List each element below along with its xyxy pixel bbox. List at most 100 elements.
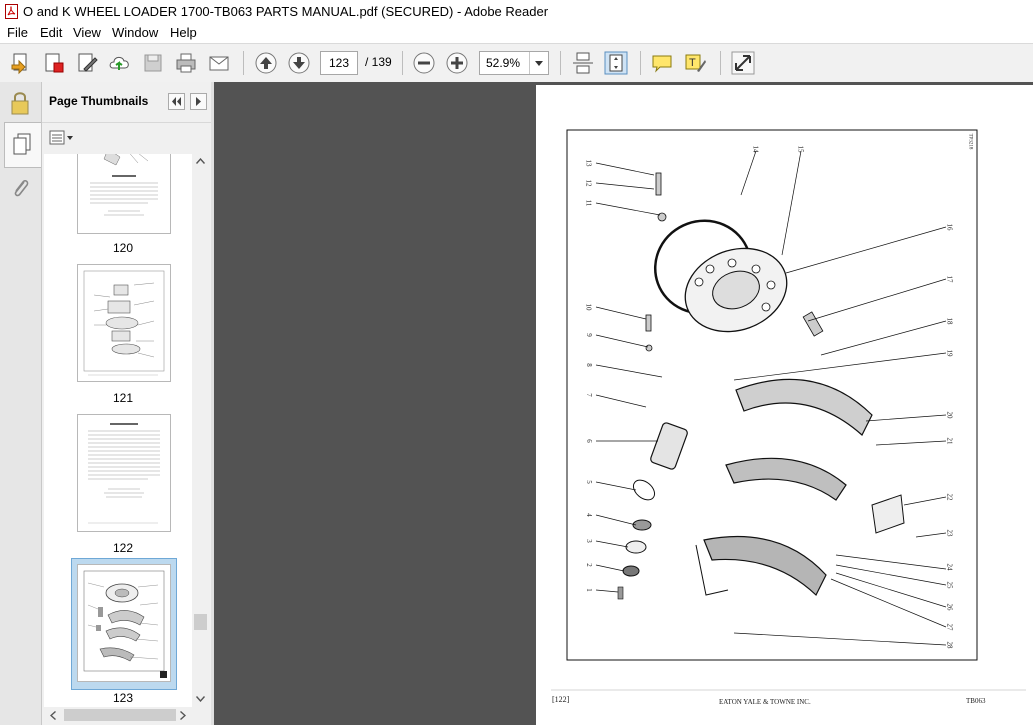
toolbar-separator	[243, 51, 244, 75]
toolbar-separator	[402, 51, 403, 75]
callout: 21	[945, 437, 954, 445]
toolbar-separator	[640, 51, 641, 75]
callout: 15	[796, 145, 805, 153]
expand-panel-icon[interactable]	[190, 93, 207, 110]
toolbar: 123 / 139 52.9% T	[0, 43, 1033, 83]
navigation-rail	[0, 82, 42, 725]
callout: 18	[945, 317, 954, 325]
thumbnail-page[interactable]	[77, 154, 171, 234]
scroll-left-icon[interactable]	[50, 711, 56, 720]
callout: 6	[584, 439, 593, 443]
thumbnail-page-selected[interactable]	[77, 564, 171, 682]
scroll-up-icon[interactable]	[196, 158, 205, 164]
thumbnail-preview	[90, 154, 158, 216]
page-count: / 139	[365, 55, 392, 69]
footer-company: EATON YALE & TOWNE INC.	[719, 698, 811, 706]
exploded-parts-drawing	[551, 129, 1026, 691]
callout: 17	[945, 275, 954, 283]
callout: 12	[584, 179, 593, 187]
scroll-thumb[interactable]	[64, 709, 176, 721]
comment-icon[interactable]	[650, 51, 674, 75]
toolbar-separator	[560, 51, 561, 75]
thumbnail-page-number: 122	[112, 541, 134, 555]
lock-icon[interactable]	[8, 90, 32, 116]
callout: 11	[584, 199, 593, 207]
scroll-down-icon[interactable]	[196, 696, 205, 702]
callout: 16	[945, 223, 954, 231]
thumbnail-page-number: 120	[112, 241, 134, 255]
callout: 19	[945, 349, 954, 357]
next-page-icon[interactable]	[287, 51, 311, 75]
callout: 20	[945, 411, 954, 419]
scroll-thumb[interactable]	[194, 614, 207, 630]
zoom-level-select[interactable]: 52.9%	[479, 51, 549, 75]
pages-icon	[13, 133, 31, 155]
footer-code: TB063	[966, 697, 986, 705]
thumbnail-page-number: 123	[112, 691, 134, 705]
thumbnail-vertical-scrollbar[interactable]	[192, 154, 209, 707]
document-view[interactable]: 13 12 11 10 9 8 7 6 5 4 3 2 1 14 15 16 1…	[214, 82, 1033, 725]
page-number-input[interactable]: 123	[320, 51, 358, 75]
thumbnail-preview	[83, 570, 167, 678]
pages-panel-tab[interactable]	[4, 122, 41, 168]
callout: 5	[584, 480, 593, 484]
callout: 2	[584, 563, 593, 567]
upload-cloud-icon[interactable]	[108, 51, 132, 75]
pdf-file-icon	[5, 4, 18, 19]
callout: 26	[945, 603, 954, 611]
callout: 3	[584, 539, 593, 543]
svg-text:T: T	[689, 57, 696, 69]
menu-window[interactable]: Window	[112, 25, 158, 40]
menu-view[interactable]: View	[73, 25, 101, 40]
menu-help[interactable]: Help	[170, 25, 197, 40]
callout: 7	[584, 393, 593, 397]
thumbnail-page[interactable]	[77, 414, 171, 532]
zoom-in-icon[interactable]	[445, 51, 469, 75]
expand-icon[interactable]	[731, 51, 755, 75]
create-pdf-icon[interactable]	[42, 51, 66, 75]
callout: 27	[945, 623, 954, 631]
callout: 10	[584, 303, 593, 311]
callout: 22	[945, 493, 954, 501]
thumbnail-preview	[88, 423, 160, 524]
thumbnail-horizontal-scrollbar[interactable]	[44, 707, 192, 723]
options-menu-icon[interactable]	[49, 130, 75, 146]
callout: 4	[584, 513, 593, 517]
callout: 13	[584, 159, 593, 167]
print-icon[interactable]	[174, 51, 198, 75]
callout: 25	[945, 581, 954, 589]
thumbnails-panel-title: Page Thumbnails	[49, 94, 149, 108]
menu-file[interactable]: File	[7, 25, 28, 40]
menu-bar: File Edit View Window Help	[0, 24, 1033, 43]
window-title: O and K WHEEL LOADER 1700-TB063 PARTS MA…	[23, 4, 549, 19]
callout: 28	[945, 641, 954, 649]
thumbnail-page-number: 121	[112, 391, 134, 405]
pdf-page: 13 12 11 10 9 8 7 6 5 4 3 2 1 14 15 16 1…	[536, 85, 1033, 725]
callout: 1	[584, 588, 593, 592]
scrolling-mode-icon[interactable]	[571, 51, 595, 75]
thumbnail-page[interactable]	[77, 264, 171, 382]
thumbnail-options-bar	[42, 122, 211, 153]
title-bar: O and K WHEEL LOADER 1700-TB063 PARTS MA…	[0, 0, 1033, 24]
attachment-icon[interactable]	[8, 176, 32, 200]
thumbnail-preview	[83, 270, 165, 376]
fit-page-icon[interactable]	[604, 51, 628, 75]
zoom-level-value: 52.9%	[486, 56, 521, 70]
previous-page-icon[interactable]	[254, 51, 278, 75]
scroll-right-icon[interactable]	[180, 711, 186, 720]
thumbnails-header: Page Thumbnails	[42, 82, 211, 122]
callout: 14	[751, 145, 760, 153]
email-icon[interactable]	[207, 51, 231, 75]
highlight-text-icon[interactable]: T	[683, 51, 707, 75]
edit-pdf-icon[interactable]	[75, 51, 99, 75]
collapse-panel-icon[interactable]	[168, 93, 185, 110]
zoom-out-icon[interactable]	[412, 51, 436, 75]
open-icon[interactable]	[9, 51, 33, 75]
page-thumbnails-panel: Page Thumbnails 120 121 122 123	[42, 82, 212, 725]
chevron-down-icon[interactable]	[529, 52, 548, 74]
figure-code: TP3218	[967, 133, 973, 150]
save-icon[interactable]	[141, 51, 165, 75]
menu-edit[interactable]: Edit	[40, 25, 62, 40]
footer-page-number: [122]	[552, 695, 570, 704]
callout: 23	[945, 529, 954, 537]
